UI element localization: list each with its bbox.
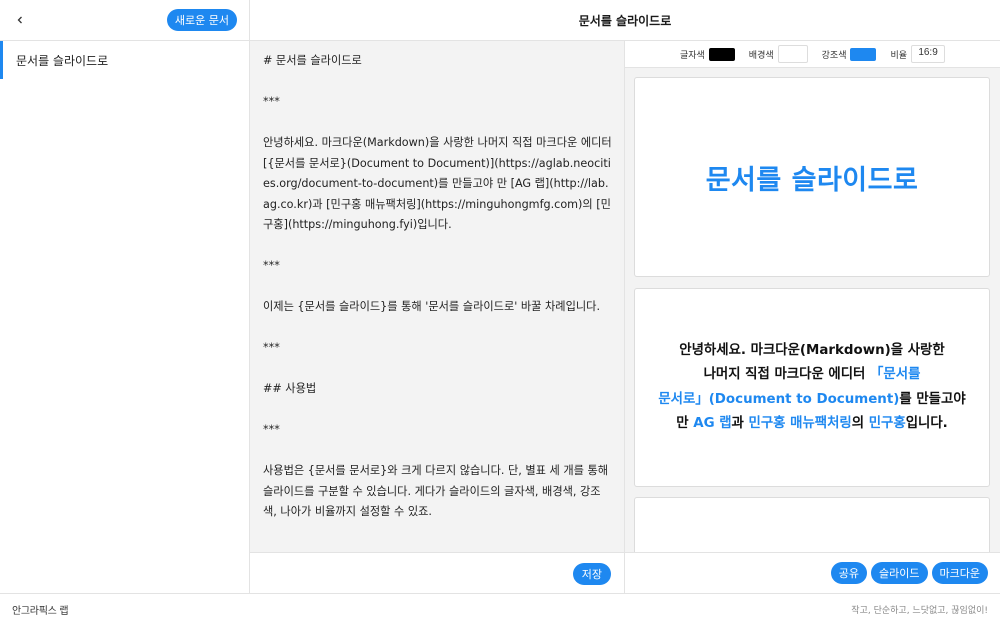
- preview-footer: 공유 슬라이드 마크다운: [625, 552, 1000, 593]
- slide-1: 문서를 슬라이드로: [634, 77, 990, 277]
- sidebar-header: 새로운 문서: [0, 0, 249, 41]
- sidebar-item-label: 문서를 슬라이드로: [16, 53, 109, 68]
- slide-title: 문서를 슬라이드로: [705, 164, 919, 196]
- share-button[interactable]: 공유: [830, 562, 868, 584]
- text-color-setting: 글자색: [679, 47, 735, 61]
- bg-color-label: 배경색: [748, 50, 774, 61]
- slide-highlight: AG 랩: [693, 416, 732, 431]
- accent-color-setting: 강조색: [821, 47, 877, 61]
- accent-color-swatch[interactable]: [850, 47, 877, 61]
- markdown-button[interactable]: 마크다운: [931, 562, 988, 584]
- save-button[interactable]: 저장: [572, 563, 611, 585]
- slide-body: 안녕하세요. 마크다운(Markdown)을 사랑한 나머지 직접 마크다운 에…: [644, 339, 979, 437]
- bg-color-swatch[interactable]: [777, 45, 808, 63]
- text-color-swatch[interactable]: [708, 47, 735, 61]
- slide-preview: 글자색 배경색 강조색 비율 16:9 문서를 슬라이드로 안녕하세요. 마크다…: [625, 41, 1000, 552]
- markdown-editor[interactable]: # 문서를 슬라이드로 *** 안녕하세요. 마크다운(Markdown)을 사…: [250, 41, 625, 552]
- ratio-setting: 비율 16:9: [890, 45, 946, 63]
- brand-logo[interactable]: 안그라픽스 랩: [12, 602, 69, 617]
- new-document-button[interactable]: 새로운 문서: [166, 9, 237, 31]
- slide-highlight: 민구홍: [868, 416, 906, 431]
- slide-3: [634, 497, 990, 552]
- text-color-label: 글자색: [679, 50, 705, 61]
- slide-text: 를 만들고야: [899, 391, 966, 407]
- slide-2: 안녕하세요. 마크다운(Markdown)을 사랑한 나머지 직접 마크다운 에…: [634, 288, 990, 487]
- tagline: 작고, 단순하고, 느닷없고, 끊임없이!: [851, 606, 988, 616]
- editor-footer: 저장: [250, 552, 625, 593]
- slide-text: 만: [676, 416, 694, 431]
- slide-text: 과: [731, 416, 749, 431]
- slide-text: 나머지 직접 마크다운 에디터: [703, 367, 871, 382]
- accent-color-label: 강조색: [821, 50, 847, 61]
- ratio-label: 비율: [890, 50, 908, 61]
- page-title: 문서를 슬라이드로: [250, 0, 1000, 41]
- slide-text: 입니다.: [905, 416, 948, 431]
- slide-highlight: 「문서를: [870, 367, 921, 382]
- sidebar: 새로운 문서 문서를 슬라이드로: [0, 0, 250, 593]
- slide-text: 의: [851, 416, 869, 431]
- editor-content[interactable]: # 문서를 슬라이드로 *** 안녕하세요. 마크다운(Markdown)을 사…: [250, 41, 624, 523]
- slide-highlight: 민구홍 매뉴팩처링: [748, 416, 852, 431]
- slides-button[interactable]: 슬라이드: [871, 562, 928, 584]
- bottom-bar: 안그라픽스 랩 작고, 단순하고, 느닷없고, 끊임없이!: [0, 593, 1000, 625]
- sidebar-item-document[interactable]: 문서를 슬라이드로: [0, 41, 249, 79]
- bg-color-setting: 배경색: [749, 45, 808, 63]
- slide-highlight: 문서로」(Document to Document): [658, 391, 900, 407]
- slide-text: 안녕하세요. 마크다운(Markdown)을 사랑한: [679, 342, 945, 358]
- ratio-input[interactable]: 16:9: [911, 45, 946, 63]
- chevron-left-icon[interactable]: [10, 10, 30, 30]
- slide-settings-bar: 글자색 배경색 강조색 비율 16:9: [625, 41, 1000, 68]
